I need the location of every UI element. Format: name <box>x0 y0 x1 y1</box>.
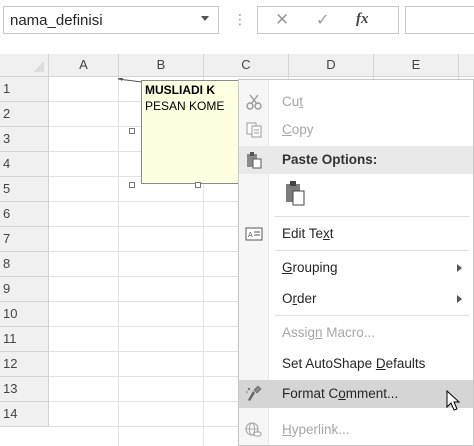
resize-handle[interactable] <box>129 128 135 134</box>
paste-option-keep-source-icon[interactable] <box>283 180 309 208</box>
row-header-8[interactable]: 8 <box>0 252 49 277</box>
menu-item-set-autoshape-defaults[interactable]: Set AutoShape Defaults <box>239 350 473 378</box>
insert-function-icon[interactable]: fx <box>356 11 369 28</box>
edit-text-icon: A <box>245 225 263 243</box>
row-header-11[interactable]: 11 <box>0 327 49 352</box>
comment-author[interactable]: MUSLIADI K <box>145 83 215 97</box>
menu-item-label: Order <box>282 291 317 306</box>
menu-item-copy[interactable]: Copy <box>239 116 473 144</box>
name-box-value[interactable]: nama_definisi <box>10 12 103 29</box>
column-header-e[interactable]: E <box>374 54 459 77</box>
menu-separator <box>275 250 469 251</box>
menu-item-cut[interactable]: Cut <box>239 88 473 116</box>
row-header-12[interactable]: 12 <box>0 352 49 377</box>
submenu-arrow-icon <box>457 264 462 272</box>
menu-item-order[interactable]: Order <box>239 285 473 313</box>
format-comment-icon <box>245 385 263 403</box>
enter-icon[interactable]: ✓ <box>316 10 329 30</box>
row-header-2[interactable]: 2 <box>0 102 49 127</box>
menu-item-hyperlink[interactable]: Hyperlink... <box>239 416 473 444</box>
context-menu: Cut Copy Paste Options: A Edit Text Grou… <box>238 79 474 446</box>
menu-item-label: Set AutoShape Defaults <box>282 356 426 371</box>
select-all-corner[interactable] <box>0 54 49 77</box>
row-header-5[interactable]: 5 <box>0 177 49 202</box>
row-header-3[interactable]: 3 <box>0 127 49 152</box>
paste-icon <box>245 151 263 169</box>
menu-item-label: Grouping <box>282 260 338 275</box>
row-header-6[interactable]: 6 <box>0 202 49 227</box>
menu-item-label: Cut <box>282 94 304 109</box>
row-header-9[interactable]: 9 <box>0 277 49 302</box>
mouse-cursor-icon <box>446 390 461 411</box>
name-box[interactable]: nama_definisi <box>3 6 219 34</box>
menu-item-format-comment[interactable]: Format Comment... <box>239 380 473 408</box>
comment-pointer-icon <box>118 78 142 83</box>
row-header-7[interactable]: 7 <box>0 227 49 252</box>
hyperlink-icon <box>245 421 263 439</box>
formula-buttons: ✕ ✓ fx <box>257 6 399 34</box>
resize-handle[interactable] <box>195 182 201 188</box>
cancel-icon[interactable]: ✕ <box>275 10 289 30</box>
menu-item-edit-text[interactable]: A Edit Text <box>239 220 473 248</box>
column-header-b[interactable]: B <box>119 54 204 77</box>
comment-text[interactable]: PESAN KOME <box>145 99 224 113</box>
formula-bar: nama_definisi ⋮ ✕ ✓ fx <box>0 0 474 46</box>
menu-separator <box>275 315 469 316</box>
row-header-14[interactable]: 14 <box>0 402 49 427</box>
column-header-f[interactable] <box>459 54 474 77</box>
row-header-4[interactable]: 4 <box>0 152 49 177</box>
submenu-arrow-icon <box>457 295 462 303</box>
row-header-13[interactable]: 13 <box>0 377 49 402</box>
formula-bar-grip-icon: ⋮ <box>233 11 247 27</box>
menu-item-label: Copy <box>282 122 314 137</box>
menu-item-label: Edit Text <box>282 226 334 241</box>
column-header-c[interactable]: C <box>204 54 289 77</box>
copy-icon <box>245 121 263 139</box>
svg-text:A: A <box>248 232 253 239</box>
menu-item-label: Format Comment... <box>282 386 399 401</box>
chevron-down-icon[interactable] <box>201 16 209 21</box>
menu-item-assign-macro[interactable]: Assign Macro... <box>239 319 473 347</box>
row-header-10[interactable]: 10 <box>0 302 49 327</box>
menu-item-label: Assign Macro... <box>282 325 376 340</box>
scissors-icon <box>245 93 263 111</box>
resize-handle[interactable] <box>129 182 135 188</box>
select-all-icon[interactable] <box>33 61 44 72</box>
menu-header-label: Paste Options: <box>282 152 378 167</box>
column-divider <box>118 77 119 446</box>
menu-item-label: Hyperlink... <box>282 422 350 437</box>
column-header-a[interactable]: A <box>49 54 119 77</box>
paste-option-row <box>239 176 473 212</box>
menu-item-grouping[interactable]: Grouping <box>239 254 473 282</box>
menu-header-paste-options: Paste Options: <box>239 146 473 174</box>
row-header-1[interactable]: 1 <box>0 77 49 102</box>
column-header-d[interactable]: D <box>289 54 374 77</box>
menu-separator <box>275 216 469 217</box>
formula-input[interactable] <box>405 6 474 34</box>
